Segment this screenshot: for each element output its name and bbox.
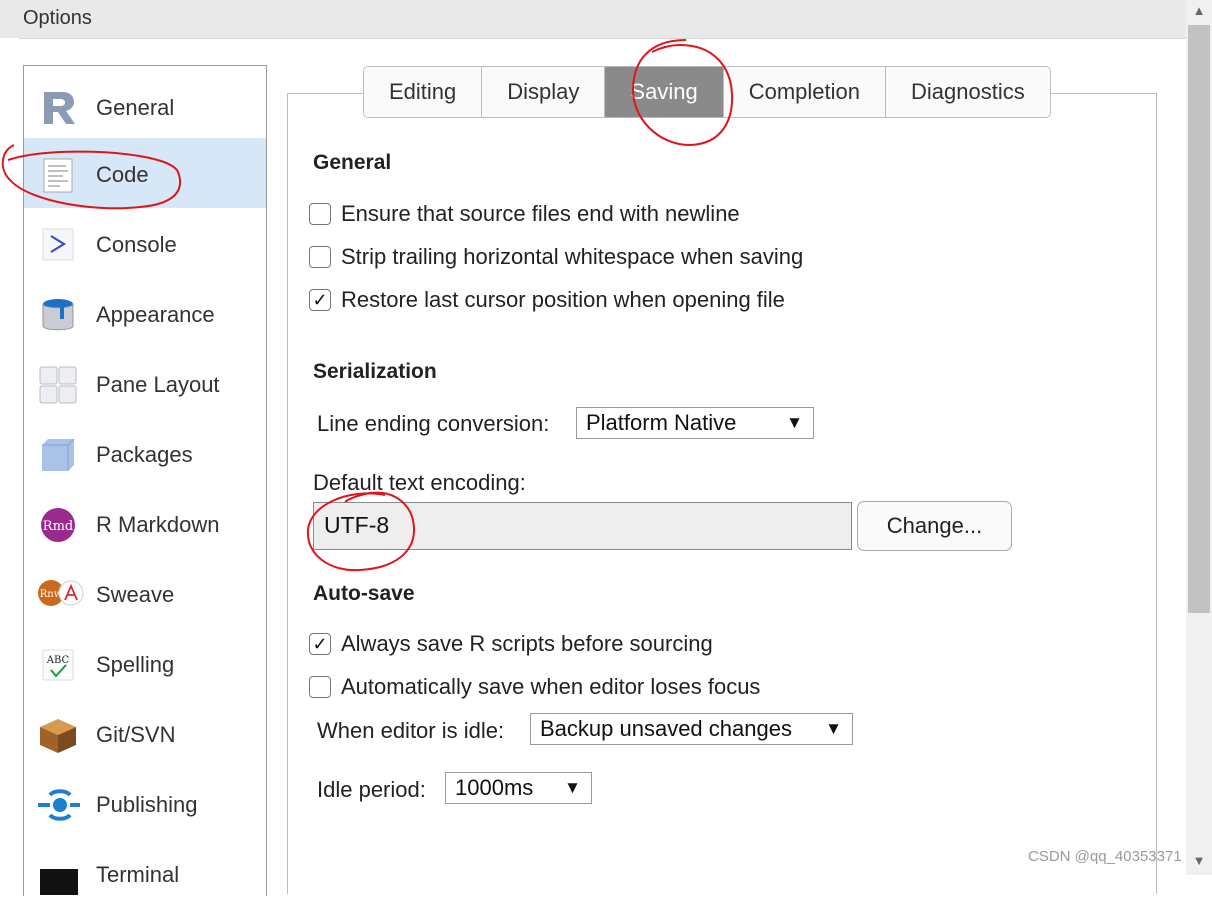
sidebar-item-label: Packages xyxy=(96,442,193,467)
line-ending-label: Line ending conversion: xyxy=(317,411,550,436)
sidebar-item-pane-layout[interactable]: Pane Layout xyxy=(24,348,266,418)
line-ending-select[interactable]: Platform Native ▼ xyxy=(576,407,814,439)
sidebar-item-label: Appearance xyxy=(96,302,215,327)
options-tabs: Editing Display Saving Completion Diagno… xyxy=(363,66,1051,118)
scroll-down-arrow[interactable]: ▼ xyxy=(1186,850,1212,872)
encoding-label: Default text encoding: xyxy=(313,470,526,495)
scroll-thumb[interactable] xyxy=(1188,25,1210,613)
sidebar-item-publishing[interactable]: Publishing xyxy=(24,768,266,838)
spellcheck-icon-text: ABC xyxy=(46,655,70,666)
sidebar-item-label: Publishing xyxy=(96,792,198,817)
restore-cursor-checkbox[interactable]: ✓ xyxy=(309,289,331,311)
save-on-focus-loss-checkbox[interactable] xyxy=(309,676,331,698)
tab-completion[interactable]: Completion xyxy=(723,67,886,117)
sidebar-item-packages[interactable]: Packages xyxy=(24,418,266,488)
sidebar-item-sweave[interactable]: Rnw Sweave xyxy=(24,558,266,628)
publishing-icon xyxy=(38,789,80,821)
section-autosave-heading: Auto-save xyxy=(313,582,415,605)
idle-action-select[interactable]: Backup unsaved changes ▼ xyxy=(530,713,853,745)
window-title: Options xyxy=(23,7,92,29)
git-box-icon xyxy=(40,719,76,753)
encoding-field: UTF-8 xyxy=(313,502,852,550)
section-general-heading: General xyxy=(313,151,392,174)
sidebar-item-label: Pane Layout xyxy=(96,372,220,397)
package-box-icon xyxy=(42,438,75,471)
code-file-icon xyxy=(43,158,73,193)
idle-action-value: Backup unsaved changes xyxy=(540,716,792,741)
tab-display[interactable]: Display xyxy=(482,67,606,117)
sidebar-item-r-markdown[interactable]: Rmd R Markdown xyxy=(24,488,266,558)
sidebar-item-label: Sweave xyxy=(96,582,175,607)
idle-period-value: 1000ms xyxy=(455,775,534,800)
chevron-down-icon: ▼ xyxy=(786,413,803,432)
sidebar-item-spelling[interactable]: ABC Spelling xyxy=(24,628,266,698)
line-ending-value: Platform Native xyxy=(586,410,737,435)
sidebar-item-label: Spelling xyxy=(96,652,175,677)
sweave-icon: Rnw xyxy=(38,580,84,606)
rmd-icon-text: Rmd xyxy=(43,519,73,534)
strip-whitespace-label: Strip trailing horizontal whitespace whe… xyxy=(341,244,804,269)
sidebar-item-appearance[interactable]: Appearance xyxy=(24,278,266,348)
sidebar-item-git-svn[interactable]: Git/SVN xyxy=(24,698,266,768)
tab-editing[interactable]: Editing xyxy=(364,67,483,117)
pane-layout-icon xyxy=(39,366,77,404)
sidebar-item-label: Terminal xyxy=(96,862,180,887)
save-on-focus-loss-label: Automatically save when editor loses foc… xyxy=(341,674,761,699)
idle-period-select[interactable]: 1000ms ▼ xyxy=(445,772,592,804)
sidebar-item-label: Git/SVN xyxy=(96,722,176,747)
idle-action-label: When editor is idle: xyxy=(317,718,505,743)
section-serialization-heading: Serialization xyxy=(313,360,437,383)
sidebar-item-label: Console xyxy=(96,232,177,257)
sidebar-item-label: R Markdown xyxy=(96,512,220,537)
title-bar: Options xyxy=(0,0,1186,39)
strip-whitespace-checkbox[interactable] xyxy=(309,246,331,268)
chevron-down-icon: ▼ xyxy=(564,778,581,797)
options-sidebar: General Code Console Appearance Pane Lay… xyxy=(23,65,267,896)
sidebar-item-label: Code xyxy=(96,162,149,187)
save-before-sourcing-checkbox[interactable]: ✓ xyxy=(309,633,331,655)
paint-bucket-icon xyxy=(42,299,74,331)
scroll-up-arrow[interactable]: ▲ xyxy=(1186,0,1212,22)
save-before-sourcing-label: Always save R scripts before sourcing xyxy=(341,631,713,656)
sidebar-item-console[interactable]: Console xyxy=(24,208,266,278)
ensure-newline-checkbox[interactable] xyxy=(309,203,331,225)
watermark: CSDN @qq_40353371 xyxy=(1028,848,1182,865)
restore-cursor-label: Restore last cursor position when openin… xyxy=(341,287,785,312)
idle-period-label: Idle period: xyxy=(317,777,426,802)
tab-saving[interactable]: Saving xyxy=(605,67,724,117)
change-encoding-button[interactable]: Change... xyxy=(857,501,1012,551)
sidebar-item-code[interactable]: Code xyxy=(24,138,266,208)
r-logo-icon xyxy=(44,92,75,124)
sidebar-item-general[interactable]: General xyxy=(24,71,266,141)
chevron-down-icon: ▼ xyxy=(825,719,842,738)
sidebar-item-label: General xyxy=(96,95,175,120)
vertical-scrollbar[interactable]: ▲ ▼ xyxy=(1186,0,1212,875)
left-margin xyxy=(0,38,19,875)
ensure-newline-label: Ensure that source files end with newlin… xyxy=(341,201,740,226)
terminal-icon xyxy=(40,869,78,895)
spellcheck-icon: ABC xyxy=(42,649,74,681)
rmd-icon: Rmd xyxy=(41,508,75,542)
tab-diagnostics[interactable]: Diagnostics xyxy=(885,67,1050,117)
console-prompt-icon xyxy=(42,228,74,261)
sidebar-item-terminal[interactable]: Terminal xyxy=(24,838,266,908)
